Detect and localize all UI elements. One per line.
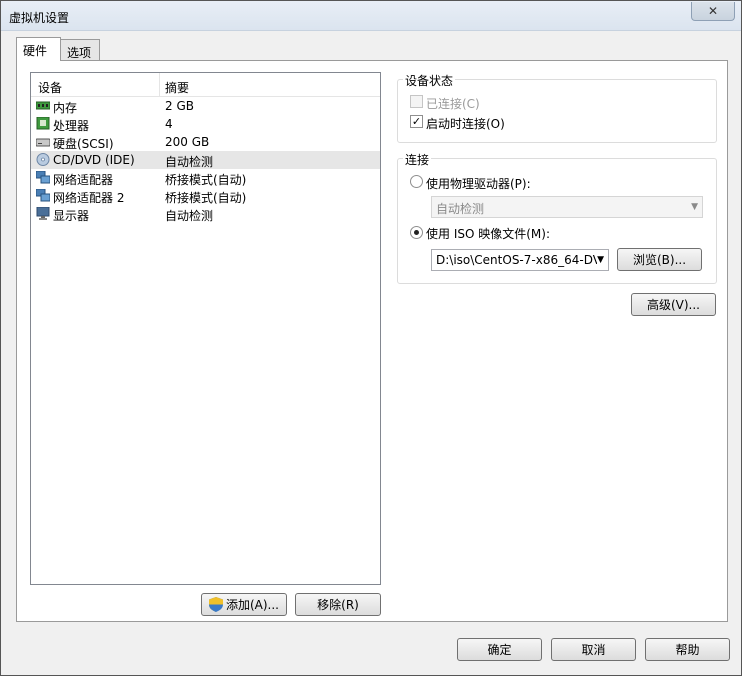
cancel-label: 取消	[581, 643, 606, 657]
column-header-device[interactable]: 设备	[38, 79, 62, 96]
device-name: 显示器	[53, 209, 90, 223]
processor-icon	[36, 117, 50, 130]
iso-image-label: 使用 ISO 映像文件(M):	[426, 227, 550, 241]
memory-icon	[36, 101, 50, 110]
tab-hardware-label: 硬件	[23, 44, 48, 58]
connected-label: 已连接(C)	[426, 97, 480, 111]
connected-checkbox[interactable]	[410, 95, 423, 108]
device-name: 网络适配器	[53, 173, 114, 187]
advanced-button[interactable]: 高级(V)...	[631, 293, 716, 316]
physical-drive-value: 自动检测	[436, 202, 485, 216]
ok-label: 确定	[487, 643, 512, 657]
window-title: 虚拟机设置	[9, 11, 70, 25]
tab-hardware[interactable]: 硬件	[16, 37, 61, 61]
help-label: 帮助	[675, 643, 700, 657]
network-adapter-icon	[36, 171, 50, 184]
device-summary: 桥接模式(自动)	[165, 173, 247, 187]
title-bar: 虚拟机设置 ✕	[1, 1, 741, 31]
device-name: CD/DVD (IDE)	[53, 153, 135, 167]
iso-path-input[interactable]: D:\iso\CentOS-7-x86_64-DV ▼	[431, 249, 609, 271]
close-button[interactable]: ✕	[691, 2, 735, 21]
list-header: 设备 摘要	[31, 73, 380, 97]
physical-drive-radio[interactable]	[410, 175, 423, 188]
device-row-display[interactable]: 显示器 自动检测	[31, 205, 380, 223]
display-icon	[36, 207, 50, 220]
remove-device-button[interactable]: 移除(R)	[295, 593, 381, 616]
device-summary: 桥接模式(自动)	[165, 191, 247, 205]
chevron-down-icon: ▼	[691, 202, 698, 212]
vm-settings-window: 虚拟机设置 ✕ 硬件 选项 设备 摘要 内存 2 GB 处理器 4 硬盘(SCS…	[0, 0, 742, 676]
harddisk-icon	[36, 138, 50, 147]
device-row-memory[interactable]: 内存 2 GB	[31, 97, 380, 115]
close-icon: ✕	[707, 4, 719, 18]
tab-options[interactable]: 选项	[60, 39, 100, 61]
remove-device-label: 移除(R)	[317, 598, 359, 612]
column-header-summary[interactable]: 摘要	[165, 79, 189, 96]
device-summary: 自动检测	[165, 155, 214, 169]
advanced-label: 高级(V)...	[646, 298, 701, 312]
device-summary: 自动检测	[165, 209, 214, 223]
browse-label: 浏览(B)...	[632, 253, 687, 267]
chevron-down-icon[interactable]: ▼	[597, 255, 604, 265]
connect-at-power-on-checkbox[interactable]: ✓	[410, 115, 423, 128]
device-name: 硬盘(SCSI)	[53, 137, 114, 151]
browse-button[interactable]: 浏览(B)...	[617, 248, 702, 271]
iso-image-radio[interactable]	[410, 226, 423, 239]
device-status-title: 设备状态	[403, 72, 456, 89]
device-row-network-adapter-2[interactable]: 网络适配器 2 桥接模式(自动)	[31, 187, 380, 205]
shield-icon	[208, 597, 223, 612]
physical-drive-select[interactable]: 自动检测 ▼	[431, 196, 703, 218]
device-name: 内存	[53, 101, 78, 115]
tab-options-label: 选项	[67, 46, 92, 60]
add-device-button[interactable]: 添加(A)...	[201, 593, 287, 616]
radio-selected-dot	[414, 230, 419, 235]
help-button[interactable]: 帮助	[645, 638, 730, 661]
device-row-network-adapter[interactable]: 网络适配器 桥接模式(自动)	[31, 169, 380, 187]
device-summary: 4	[165, 117, 173, 131]
iso-path-value: D:\iso\CentOS-7-x86_64-DV	[436, 253, 601, 267]
column-divider	[159, 73, 160, 97]
connect-at-power-on-label: 启动时连接(O)	[426, 117, 505, 131]
cd-dvd-icon	[36, 153, 50, 166]
connection-title: 连接	[403, 151, 432, 168]
device-row-harddisk[interactable]: 硬盘(SCSI) 200 GB	[31, 133, 380, 151]
ok-button[interactable]: 确定	[457, 638, 542, 661]
physical-drive-label: 使用物理驱动器(P):	[426, 177, 531, 191]
add-device-label: 添加(A)...	[225, 598, 280, 612]
device-summary: 2 GB	[165, 99, 194, 113]
device-row-cd-dvd[interactable]: CD/DVD (IDE) 自动检测	[31, 151, 380, 169]
device-list[interactable]: 设备 摘要 内存 2 GB 处理器 4 硬盘(SCSI) 200 GB CD/D…	[30, 72, 381, 585]
checkmark-icon: ✓	[411, 115, 422, 128]
network-adapter-icon	[36, 189, 50, 202]
device-name: 网络适配器 2	[53, 191, 125, 205]
cancel-button[interactable]: 取消	[551, 638, 636, 661]
device-summary: 200 GB	[165, 135, 210, 149]
device-row-processor[interactable]: 处理器 4	[31, 115, 380, 133]
device-name: 处理器	[53, 119, 90, 133]
